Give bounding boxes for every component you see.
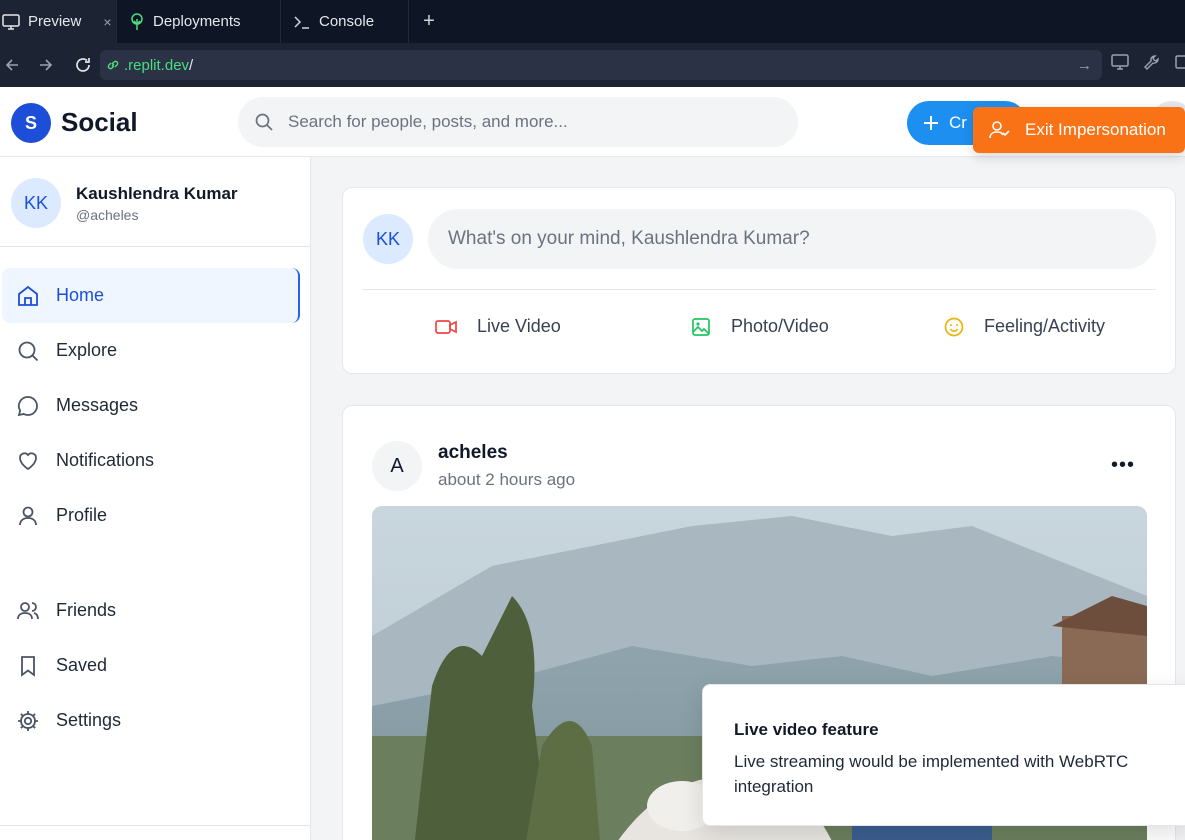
tab-label: Deployments	[153, 13, 241, 30]
live-video-button[interactable]: Live Video	[435, 316, 561, 337]
avatar[interactable]: KK	[11, 178, 61, 228]
user-handle: @acheles	[76, 207, 139, 223]
user-icon	[19, 506, 37, 525]
monitor-icon	[2, 13, 20, 30]
arrow-right-icon	[40, 59, 53, 71]
avatar[interactable]: A	[372, 441, 422, 491]
sidebar-item-profile[interactable]: Profile	[2, 488, 300, 543]
sidebar-item-label: Settings	[56, 710, 122, 730]
logo-badge[interactable]: S	[11, 103, 51, 143]
toast-body: Live streaming would be implemented with…	[734, 752, 1129, 796]
image-icon	[692, 317, 710, 336]
user-card[interactable]: KK Kaushlendra Kumar @acheles	[0, 157, 310, 247]
close-icon[interactable]: ×	[103, 14, 111, 30]
smile-icon	[944, 317, 964, 336]
sidebar-item-home[interactable]: Home	[2, 268, 300, 323]
url-path: /	[189, 56, 194, 74]
browser-tab-bar: Preview × Deployments Console +	[0, 0, 1185, 43]
devices-icon[interactable]	[1110, 53, 1130, 71]
browser-tools	[1110, 53, 1185, 71]
sidebar: KK Kaushlendra Kumar @acheles Home Explo…	[0, 157, 311, 840]
exit-impersonation-button[interactable]: Exit Impersonation	[973, 107, 1185, 153]
sidebar-item-explore[interactable]: Explore	[2, 323, 300, 378]
browser-url-bar: .replit.dev / →	[0, 43, 1185, 87]
search-icon	[255, 113, 273, 131]
plus-icon	[924, 116, 938, 130]
forward-button[interactable]	[24, 58, 68, 72]
composer-input[interactable]: What's on your mind, Kaushlendra Kumar?	[428, 209, 1156, 269]
action-label: Live Video	[477, 316, 561, 336]
divider	[363, 289, 1156, 290]
exit-impersonation-label: Exit Impersonation	[1025, 120, 1166, 139]
tab-console[interactable]: Console	[281, 0, 409, 43]
user-name: Kaushlendra Kumar	[76, 184, 238, 203]
reload-button[interactable]	[68, 56, 98, 74]
new-tab-button[interactable]: +	[409, 0, 449, 43]
user-check-icon	[989, 121, 1010, 139]
action-label: Photo/Video	[731, 316, 829, 336]
heart-icon	[19, 451, 37, 470]
tab-preview[interactable]: Preview ×	[0, 0, 117, 43]
toast-notification: Live video feature Live streaming would …	[702, 684, 1185, 826]
message-icon	[17, 395, 38, 416]
tab-label: Console	[319, 13, 375, 30]
gear-icon	[18, 710, 38, 731]
sidebar-item-friends[interactable]: Friends	[2, 583, 300, 638]
sidebar-item-messages[interactable]: Messages	[2, 378, 300, 433]
sidebar-item-label: Home	[56, 285, 105, 305]
search-icon	[18, 341, 39, 361]
sidebar-item-notifications[interactable]: Notifications	[2, 433, 300, 488]
sidebar-item-label: Explore	[56, 340, 118, 360]
sidebar-item-label: Notifications	[56, 450, 155, 470]
video-icon	[435, 319, 457, 334]
reload-icon	[76, 58, 90, 72]
link-icon	[107, 60, 119, 70]
wrench-icon[interactable]	[1142, 53, 1162, 71]
toast-title: Live video feature	[734, 720, 879, 739]
sidebar-item-label: Profile	[56, 505, 108, 525]
post-timestamp: about 2 hours ago	[438, 470, 576, 489]
tab-label: Preview	[28, 13, 82, 30]
home-icon	[18, 285, 38, 306]
url-domain: .replit.dev	[124, 56, 190, 74]
sidebar-item-label: Friends	[56, 600, 117, 620]
photo-video-button[interactable]: Photo/Video	[691, 316, 829, 337]
feeling-activity-button[interactable]: Feeling/Activity	[944, 316, 1105, 337]
action-label: Feeling/Activity	[984, 316, 1106, 336]
go-icon[interactable]: →	[1077, 57, 1092, 74]
window-icon[interactable]	[1174, 53, 1185, 71]
avatar[interactable]: KK	[363, 214, 413, 264]
sidebar-divider	[0, 825, 310, 826]
tree-icon	[131, 12, 143, 30]
search-bar	[238, 97, 798, 147]
sidebar-item-label: Messages	[56, 395, 139, 415]
url-field[interactable]: .replit.dev / →	[100, 50, 1102, 80]
logo-text[interactable]: Social	[61, 107, 138, 138]
sidebar-item-label: Saved	[56, 655, 108, 675]
create-label: Cr	[949, 113, 967, 132]
back-button[interactable]	[0, 58, 24, 72]
sidebar-item-settings[interactable]: Settings	[2, 693, 300, 748]
post-composer: KK What's on your mind, Kaushlendra Kuma…	[342, 187, 1176, 374]
arrow-left-icon	[5, 59, 18, 71]
more-options-icon[interactable]: •••	[1111, 454, 1135, 477]
tab-deployments[interactable]: Deployments	[117, 0, 281, 43]
terminal-icon	[294, 15, 309, 29]
post-author[interactable]: acheles	[438, 442, 508, 464]
sidebar-item-saved[interactable]: Saved	[2, 638, 300, 693]
bookmark-icon	[21, 655, 35, 677]
users-icon	[17, 601, 39, 619]
search-input[interactable]	[288, 112, 768, 132]
